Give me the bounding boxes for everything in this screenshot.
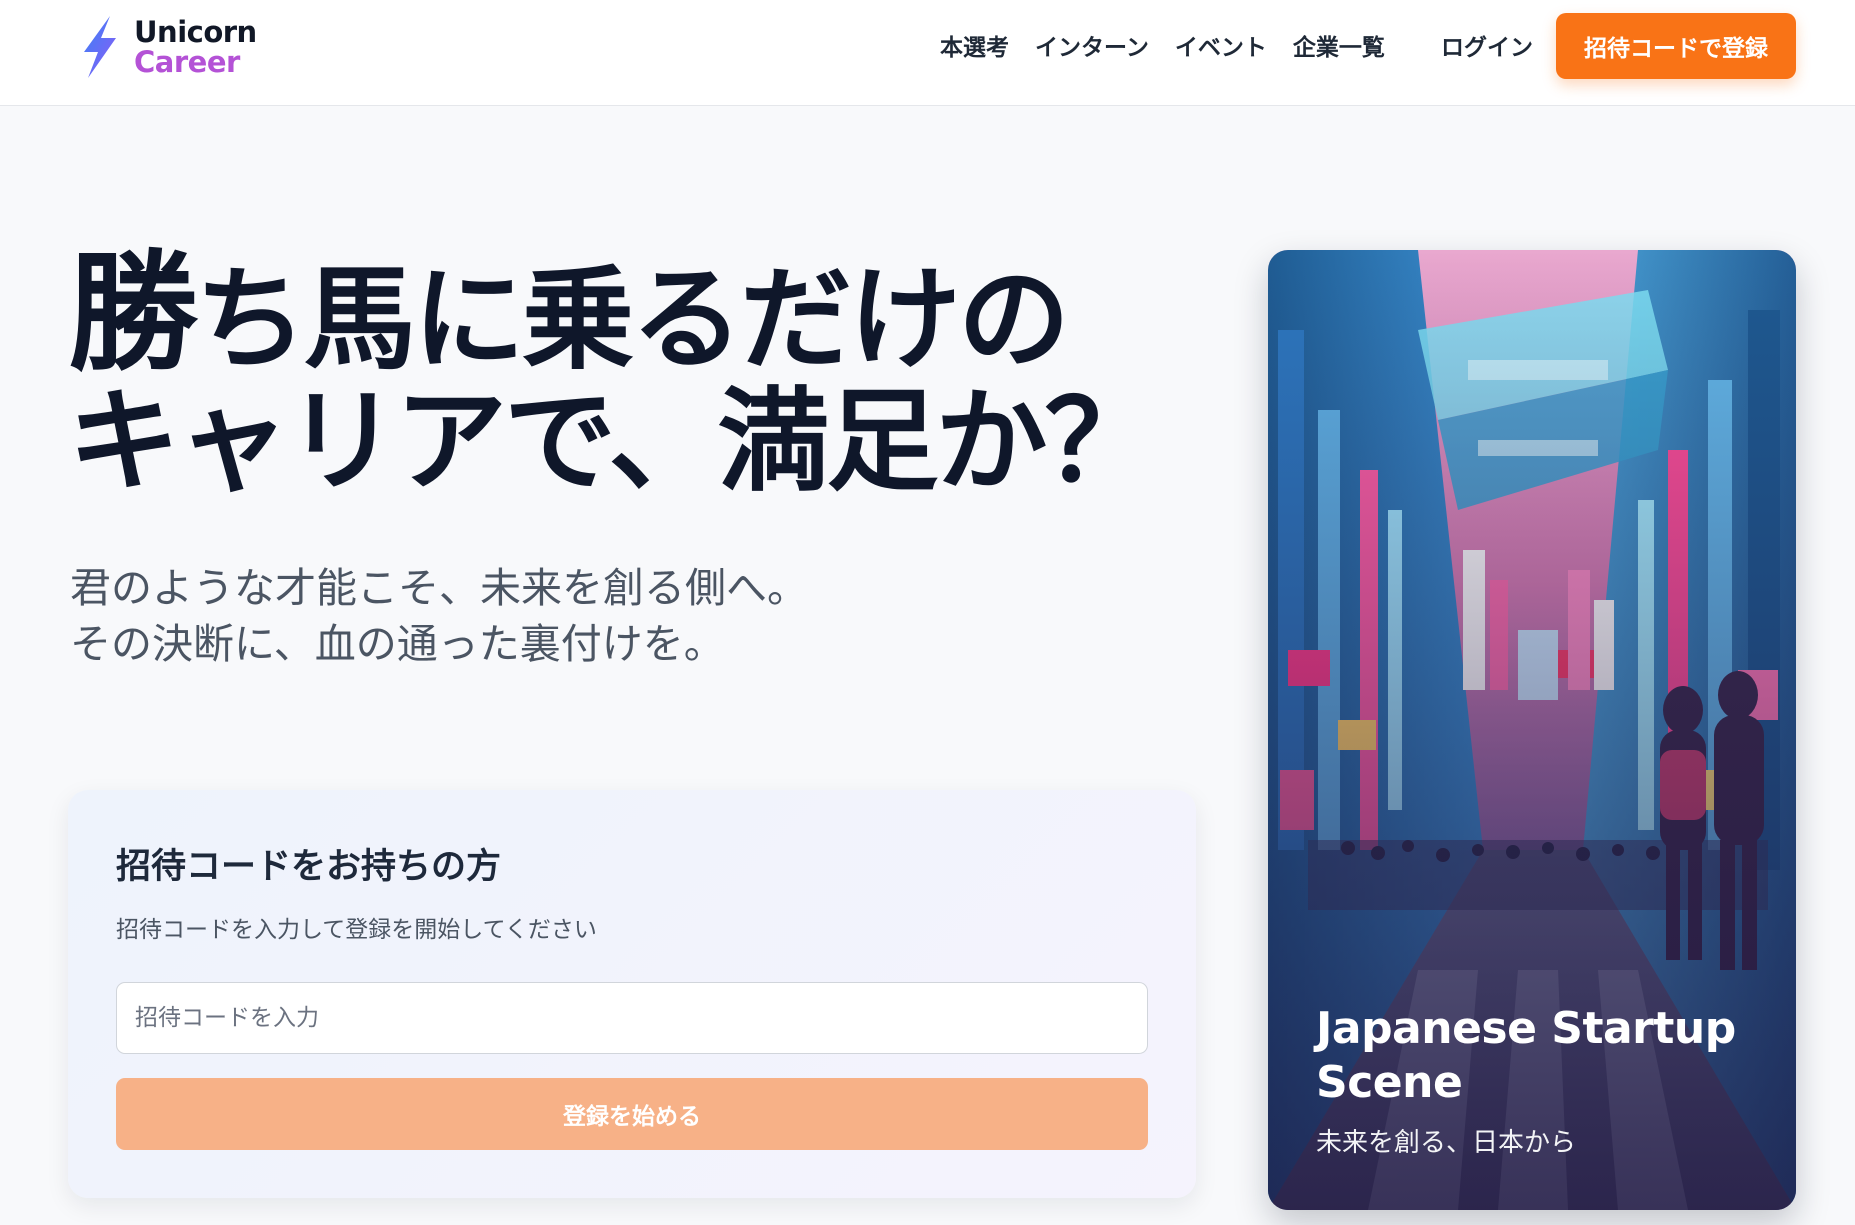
nav-item-events[interactable]: イベント xyxy=(1175,28,1267,62)
invite-card-description: 招待コードを入力して登録を開始してください xyxy=(116,917,597,943)
nav-item-internship[interactable]: インターン xyxy=(1035,28,1149,62)
brand-name-secondary: Career xyxy=(134,44,240,79)
photo-caption: Japanese Startup Scene 未来を創る、日本から xyxy=(1316,1002,1756,1159)
nav-item-main-selection[interactable]: 本選考 xyxy=(940,28,1009,62)
subheadline-line2: その決断に、血の通った裏付けを。 xyxy=(70,620,725,668)
invite-code-input[interactable] xyxy=(116,982,1148,1054)
feature-photo-card: Japanese Startup Scene 未来を創る、日本から xyxy=(1268,250,1796,1210)
headline-first-char: 勝 xyxy=(68,237,198,389)
start-registration-button[interactable]: 登録を始める xyxy=(116,1078,1148,1150)
feature-card-subtitle: 未来を創る、日本から xyxy=(1316,1128,1577,1158)
login-link[interactable]: ログイン xyxy=(1441,28,1533,62)
lightning-bolt-icon xyxy=(84,16,116,78)
hero-subheadline: 君のような才能こそ、未来を創る側へ。 その決断に、血の通った裏付けを。 xyxy=(70,560,808,672)
headline-line1: ち馬に乗るだけの xyxy=(195,255,1070,385)
invite-card-title: 招待コードをお持ちの方 xyxy=(116,847,502,887)
hero-headline: 勝ち馬に乗るだけの キャリアで、満足か？ xyxy=(68,248,1157,507)
register-with-code-button[interactable]: 招待コードで登録 xyxy=(1556,13,1796,79)
invite-code-card: 招待コードをお持ちの方 招待コードを入力して登録を開始してください 登録を始める xyxy=(68,790,1196,1198)
nav-item-companies[interactable]: 企業一覧 xyxy=(1293,28,1385,62)
brand-logo[interactable]: Unicorn Career xyxy=(76,14,257,80)
feature-card-title: Japanese Startup Scene xyxy=(1316,1003,1736,1108)
site-header: Unicorn Career 本選考 インターン イベント 企業一覧 ログイン … xyxy=(0,0,1855,106)
brand-name-primary: Unicorn xyxy=(134,14,257,49)
subheadline-line1: 君のような才能こそ、未来を創る側へ。 xyxy=(70,564,808,612)
main-nav: 本選考 インターン イベント 企業一覧 xyxy=(940,28,1411,62)
headline-line2: キャリアで、満足か？ xyxy=(68,377,1157,507)
